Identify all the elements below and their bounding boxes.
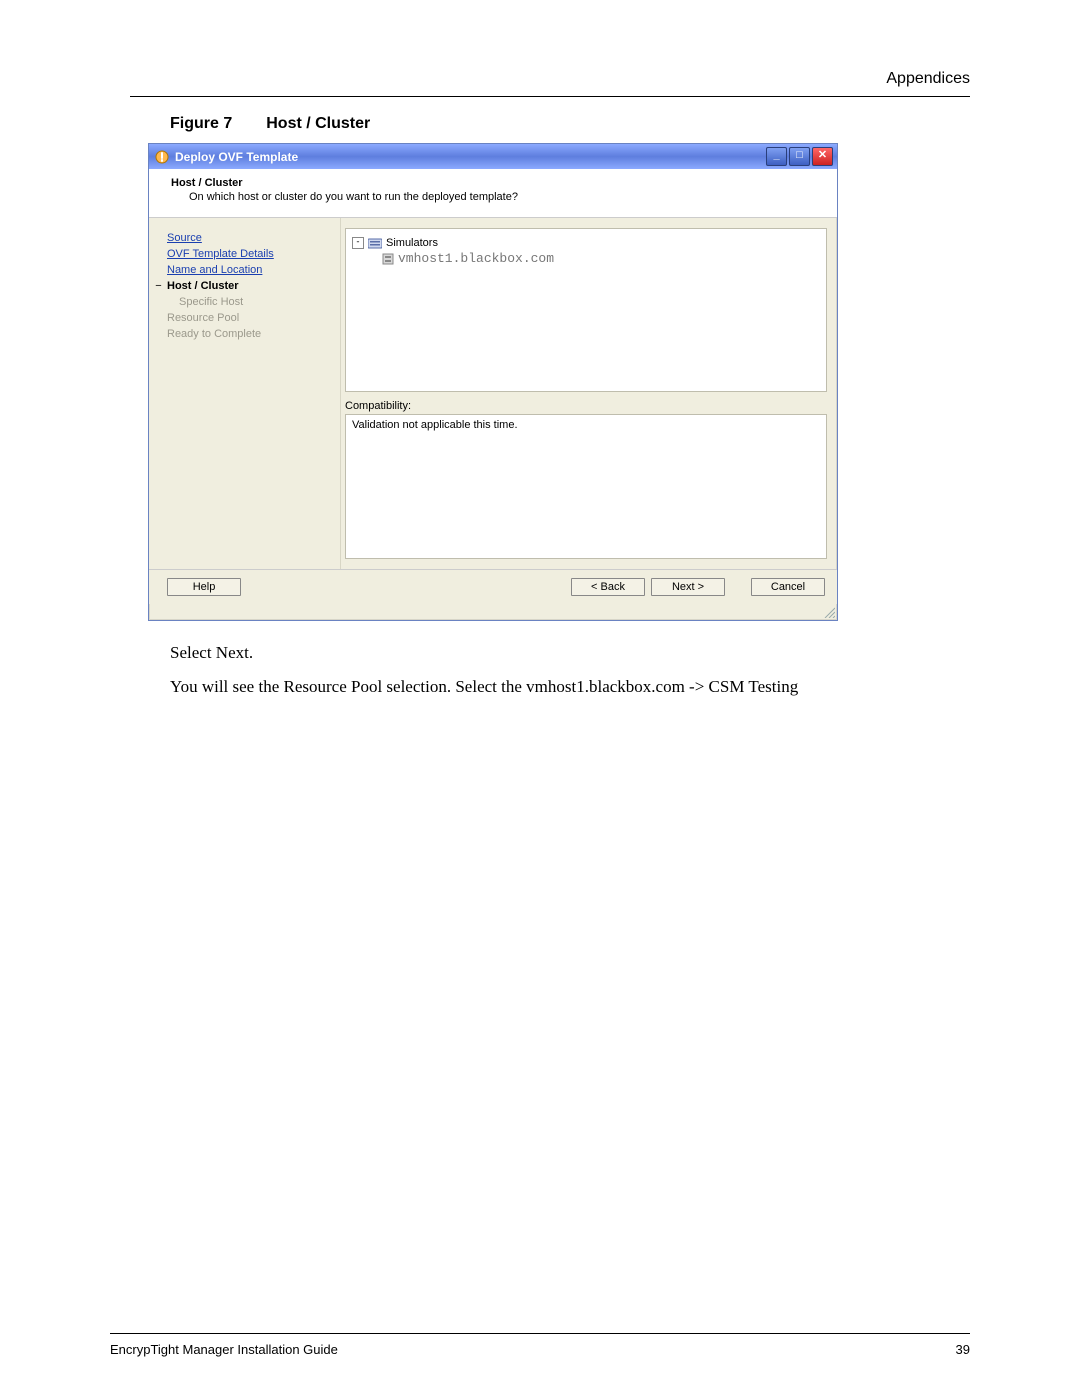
page-footer: EncrypTight Manager Installation Guide 3… [110, 1333, 970, 1357]
wizard-header: Host / Cluster On which host or cluster … [149, 169, 837, 218]
cancel-button[interactable]: Cancel [751, 578, 825, 596]
tree-host-row[interactable]: vmhost1.blackbox.com [382, 251, 820, 267]
footer-doc-title: EncrypTight Manager Installation Guide [110, 1342, 338, 1357]
datacenter-icon [368, 237, 382, 249]
deploy-ovf-window: Deploy OVF Template _ □ ✕ Host / Cluster… [148, 143, 838, 621]
close-button[interactable]: ✕ [812, 147, 833, 166]
window-title: Deploy OVF Template [175, 150, 298, 164]
app-icon [155, 150, 169, 164]
header-rule [130, 96, 970, 97]
titlebar[interactable]: Deploy OVF Template _ □ ✕ [149, 144, 837, 169]
maximize-button[interactable]: □ [789, 147, 810, 166]
host-icon [382, 253, 394, 265]
wizard-steps-sidebar: Source OVF Template Details Name and Loc… [149, 218, 341, 569]
tree-expander-icon[interactable]: - [352, 237, 364, 249]
sidebar-step-resource-pool: Resource Pool [167, 310, 332, 326]
tree-host-label: vmhost1.blackbox.com [398, 251, 554, 267]
sidebar-step-specific-host: Specific Host [179, 294, 332, 310]
sidebar-step-source[interactable]: Source [167, 230, 332, 246]
document-page: Appendices Figure 7 Host / Cluster Deploy… [0, 0, 1080, 1397]
wizard-step-subtitle: On which host or cluster do you want to … [189, 191, 819, 203]
help-button[interactable]: Help [167, 578, 241, 596]
sidebar-step-name-location[interactable]: Name and Location [167, 262, 332, 278]
footer-page-number: 39 [956, 1342, 970, 1357]
sidebar-step-ready: Ready to Complete [167, 326, 332, 342]
figure-caption: Figure 7 Host / Cluster [170, 115, 970, 133]
instruction-line-2: You will see the Resource Pool selection… [170, 677, 970, 697]
sidebar-step-host-cluster[interactable]: Host / Cluster [167, 278, 332, 294]
figure-number: Figure 7 [170, 115, 232, 132]
wizard-step-title: Host / Cluster [171, 177, 819, 189]
compatibility-text: Validation not applicable this time. [352, 419, 518, 431]
wizard-body: Source OVF Template Details Name and Loc… [149, 218, 837, 569]
wizard-main: - Simulators vmhost1.blackbox.com Compat… [341, 218, 837, 569]
tree-root-label: Simulators [386, 235, 438, 251]
sidebar-step-ovf-details[interactable]: OVF Template Details [167, 246, 332, 262]
instruction-line-1: Select Next. [170, 643, 970, 663]
resize-grip-icon[interactable] [149, 604, 837, 620]
compatibility-pane: Validation not applicable this time. [345, 414, 827, 559]
back-button[interactable]: < Back [571, 578, 645, 596]
tree-root-row[interactable]: - Simulators [352, 235, 820, 251]
compatibility-label: Compatibility: [345, 400, 827, 412]
figure-title: Host / Cluster [266, 115, 370, 132]
minimize-button[interactable]: _ [766, 147, 787, 166]
host-tree[interactable]: - Simulators vmhost1.blackbox.com [345, 228, 827, 392]
header-section-label: Appendices [130, 70, 970, 88]
next-button[interactable]: Next > [651, 578, 725, 596]
wizard-button-row: Help < Back Next > Cancel [149, 569, 837, 604]
